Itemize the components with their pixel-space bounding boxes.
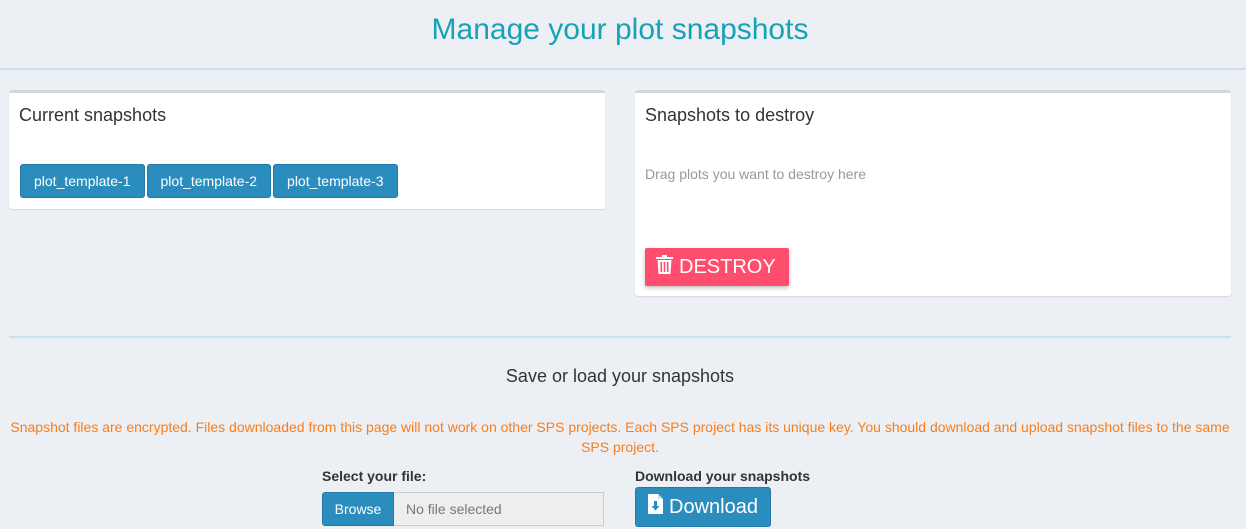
destroy-button-label: DESTROY bbox=[679, 255, 776, 278]
drop-hint: Drag plots you want to destroy here bbox=[645, 166, 867, 182]
divider-middle bbox=[9, 336, 1231, 338]
file-input-group: Browse No file selected bbox=[322, 492, 604, 526]
file-name-field[interactable]: No file selected bbox=[394, 492, 604, 526]
select-file-label: Select your file: bbox=[322, 468, 427, 484]
snapshot-item[interactable]: plot_template-1 bbox=[20, 164, 145, 198]
current-snapshots-box: Current snapshots plot_template-1 plot_t… bbox=[9, 90, 605, 209]
download-section-label: Download your snapshots bbox=[635, 468, 811, 484]
page-title: Manage your plot snapshots bbox=[431, 13, 809, 46]
snapshot-list: plot_template-1 plot_template-2 plot_tem… bbox=[20, 164, 398, 198]
destroy-button[interactable]: DESTROY bbox=[645, 248, 789, 286]
download-button[interactable]: Download bbox=[635, 487, 771, 527]
trash-icon bbox=[656, 254, 679, 280]
file-download-icon bbox=[648, 494, 669, 520]
save-load-title: Save or load your snapshots bbox=[505, 366, 735, 386]
current-snapshots-title: Current snapshots bbox=[19, 105, 167, 125]
browse-button[interactable]: Browse bbox=[322, 492, 394, 526]
snapshot-item[interactable]: plot_template-2 bbox=[146, 164, 272, 198]
destroy-dropzone[interactable]: Snapshots to destroy Drag plots you want… bbox=[635, 90, 1231, 296]
encryption-warning: Snapshot files are encrypted. Files down… bbox=[10, 419, 1230, 455]
download-button-label: Download bbox=[669, 495, 758, 518]
snapshot-item[interactable]: plot_template-3 bbox=[273, 164, 398, 198]
destroy-title: Snapshots to destroy bbox=[645, 105, 815, 125]
divider-top bbox=[0, 68, 1246, 70]
